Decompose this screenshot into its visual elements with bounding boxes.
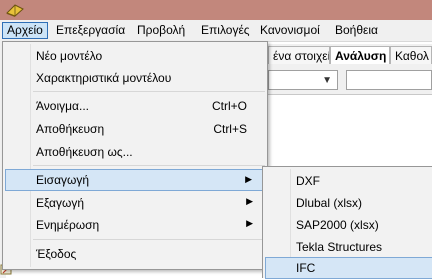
menu-options[interactable]: Επιλογές: [197, 22, 254, 39]
menu-item-label: Dlubal (xlsx): [296, 196, 363, 210]
menu-item-label: Εισαγωγή: [36, 173, 90, 187]
menu-item-label: Tekla Structures: [296, 240, 383, 254]
menu-item-label: Αποθήκευση: [36, 122, 105, 136]
submenu-item-dlubal[interactable]: Dlubal (xlsx): [265, 192, 432, 214]
submenu-arrow-icon: ▶: [246, 218, 253, 228]
menu-item-label: Εξαγωγή: [36, 196, 85, 210]
tab-analysis[interactable]: Ανάλυση: [330, 46, 390, 64]
menu-file[interactable]: Αρχείο: [2, 22, 48, 39]
menu-item-save-as[interactable]: Αποθήκευση ως...: [5, 141, 265, 163]
menu-view[interactable]: Προβολή: [133, 22, 189, 39]
menu-item-label: SAP2000 (xlsx): [296, 218, 379, 232]
import-submenu: DXF Dlubal (xlsx) SAP2000 (xlsx) Tekla S…: [262, 166, 432, 279]
menu-item-label: DXF: [296, 174, 320, 188]
menu-item-label: Άνοιγμα...: [36, 99, 89, 113]
submenu-arrow-icon: ▶: [245, 174, 252, 184]
menu-item-open[interactable]: Άνοιγμα... Ctrl+O: [5, 95, 265, 117]
menu-item-label: Νέο μοντέλο: [36, 49, 103, 63]
submenu-item-ifc[interactable]: IFC: [265, 257, 432, 279]
menu-separator: [33, 239, 265, 240]
menu-item-new-model[interactable]: Νέο μοντέλο: [5, 45, 265, 67]
shortcut-label: Ctrl+O: [211, 99, 247, 113]
menu-item-model-properties[interactable]: Χαρακτηριστικά μοντέλου: [5, 67, 265, 89]
menu-item-label: Έξοδος: [36, 247, 77, 261]
filter-select[interactable]: ▼: [268, 70, 338, 90]
menu-item-update[interactable]: Ενημέρωση ▶: [5, 214, 265, 236]
chevron-down-icon: ▼: [322, 75, 332, 86]
filter-input[interactable]: [346, 70, 432, 90]
menu-help[interactable]: Βοήθεια: [331, 22, 382, 39]
submenu-item-dxf[interactable]: DXF: [265, 170, 432, 192]
menu-item-label: Αποθήκευση ως...: [36, 145, 133, 159]
submenu-item-tekla[interactable]: Tekla Structures: [265, 236, 432, 258]
tab-global[interactable]: Καθολ: [390, 46, 432, 64]
title-bar: [0, 0, 432, 20]
menu-item-exit[interactable]: Έξοδος: [5, 243, 265, 265]
app-icon[interactable]: [6, 3, 24, 17]
shortcut-label: Ctrl+S: [213, 122, 247, 136]
menu-item-import[interactable]: Εισαγωγή ▶: [5, 169, 265, 191]
submenu-arrow-icon: ▶: [246, 196, 253, 206]
menu-separator: [33, 165, 265, 166]
menu-item-save[interactable]: Αποθήκευση Ctrl+S: [5, 118, 265, 140]
menu-item-label: Ενημέρωση: [36, 218, 100, 232]
menu-bar: Αρχείο Επεξεργασία Προβολή Επιλογές Κανο…: [0, 20, 432, 42]
menu-regulations[interactable]: Κανονισμοί: [256, 22, 324, 39]
menu-item-label: IFC: [296, 261, 316, 275]
menu-item-label: Χαρακτηριστικά μοντέλου: [36, 71, 172, 85]
submenu-item-sap2000[interactable]: SAP2000 (xlsx): [265, 214, 432, 236]
file-menu-dropdown: Νέο μοντέλο Χαρακτηριστικά μοντέλου Άνοι…: [2, 41, 268, 270]
menu-edit[interactable]: Επεξεργασία: [52, 22, 129, 39]
menu-separator: [33, 91, 265, 92]
menu-item-export[interactable]: Εξαγωγή ▶: [5, 192, 265, 214]
tab-elements[interactable]: ένα στοιχεία: [268, 46, 330, 64]
